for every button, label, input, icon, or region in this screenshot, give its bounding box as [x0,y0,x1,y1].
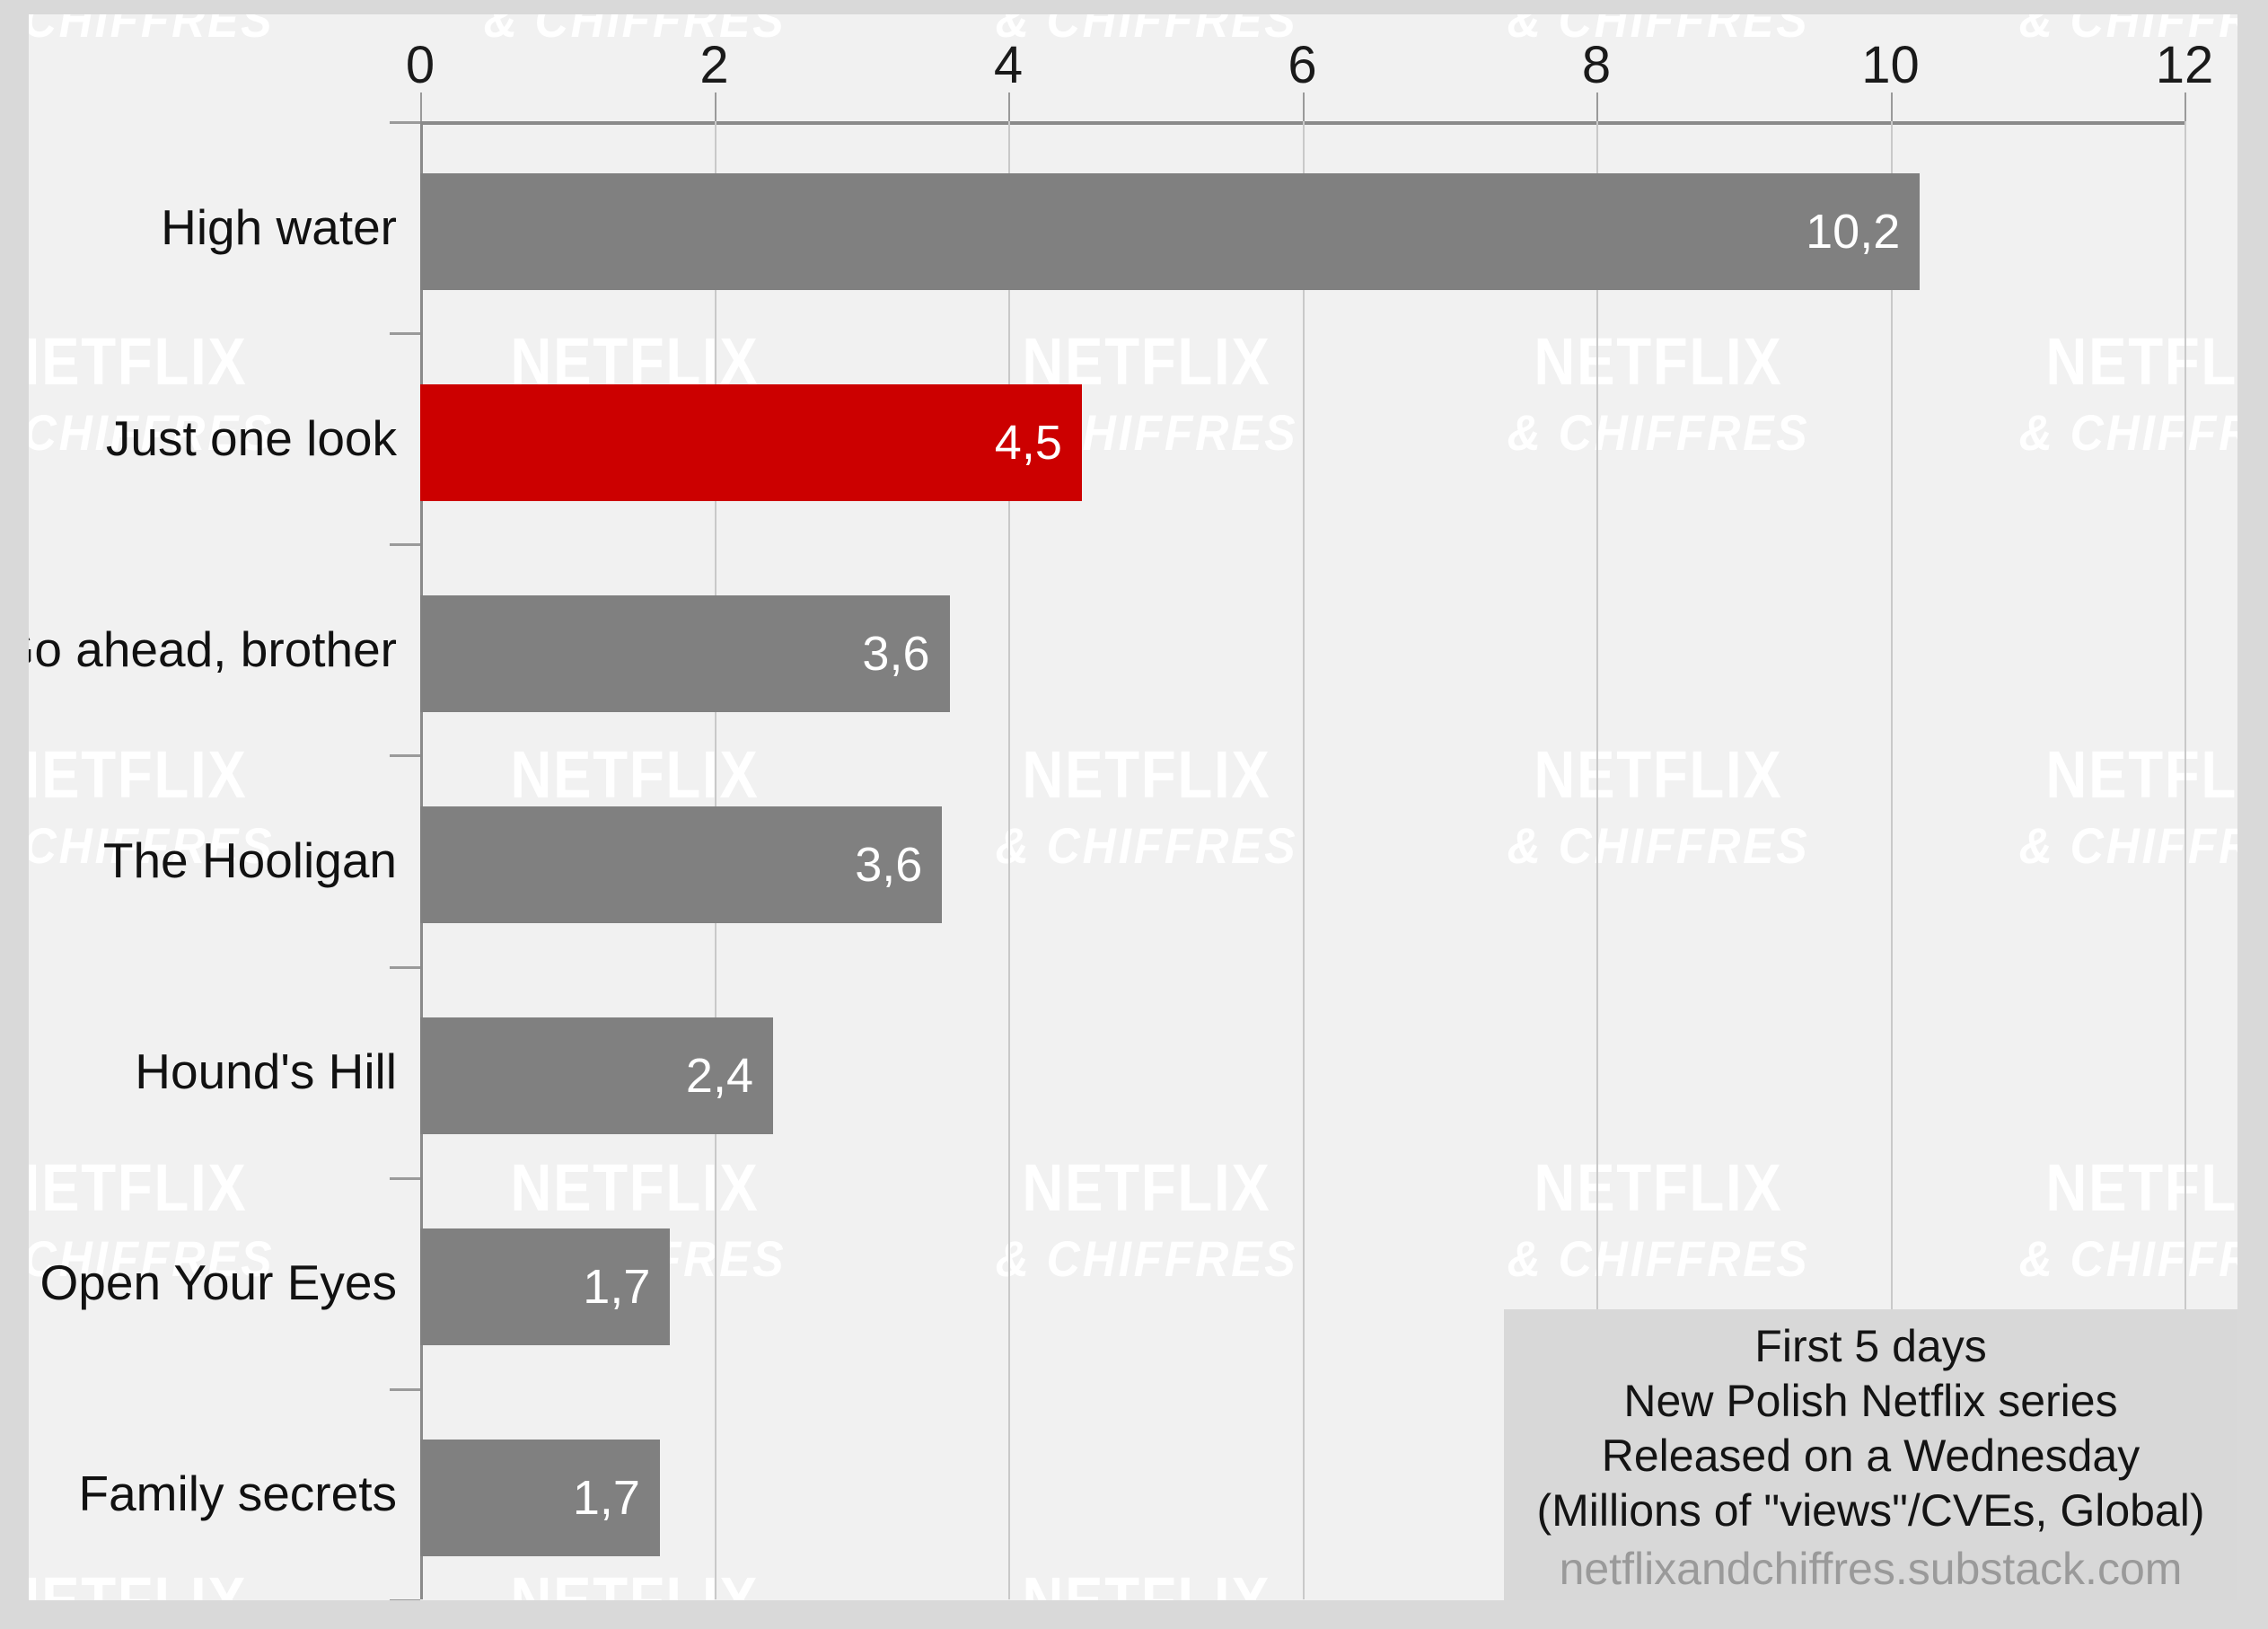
y-tick-mark [390,754,420,758]
watermark-tagline: & CHIFFRES [1507,14,1810,48]
bar-value-label: 3,6 [862,626,930,681]
bar-row[interactable]: 4,5 [420,383,2184,501]
category-label: Hound's Hill [135,1043,397,1100]
y-tick-mark [390,332,420,336]
category-label: High water [161,198,397,255]
watermark-tagline: & CHIFFRES [483,14,787,48]
watermark-tagline: & CHIFFRES [29,14,275,48]
bar-value-label: 4,5 [994,415,1062,470]
category-label: Just one look [105,409,397,466]
bar-row[interactable]: 3,6 [420,594,2184,712]
x-tick-mark-4 [1008,92,1010,121]
x-tick-mark-0 [420,92,422,121]
watermark: NETFLIX& CHIFFRES [29,14,316,45]
x-tick-label-4: 4 [993,36,1024,94]
bar-value-label: 3,6 [855,838,923,892]
category-label: The Hooligan [102,832,397,888]
bar-highlight[interactable] [420,383,1082,501]
bar-row[interactable]: 3,6 [420,806,2184,923]
x-tick-label-2: 2 [699,36,729,94]
chart-figure: NETFLIX& CHIFFRES NETFLIX& CHIFFRES NETFLI… [29,14,2237,1600]
bar-value-label: 10,2 [1806,204,1901,259]
category-axis: High water Just one look Go ahead, brother… [29,121,397,1599]
x-tick-label-8: 8 [1581,36,1612,94]
x-tick-mark-12 [2184,92,2186,121]
x-tick-label-0: 0 [405,36,435,94]
caption-box: First 5 days New Polish Netflix series R… [1504,1309,2237,1600]
category-label: Open Your Eyes [40,1255,397,1311]
watermark: NETFLIX& CHIFFRES [1465,14,1851,45]
y-tick-mark [390,1176,420,1180]
x-tick-mark-8 [1596,92,1598,121]
x-tick-label-10: 10 [1861,36,1920,94]
caption-line-1: First 5 days [1754,1320,1987,1371]
x-tick-label-6: 6 [1288,36,1317,94]
y-tick-mark [390,1599,420,1600]
x-tick-mark-2 [714,92,716,121]
caption-line-3: Released on a Wednesday [1601,1430,2141,1481]
bar-default[interactable] [420,172,1921,290]
x-tick-mark-10 [1890,92,1893,121]
y-tick-mark [390,965,420,969]
bar-value-label: 2,4 [685,1049,753,1104]
caption-line-2: New Polish Netflix series [1623,1375,2118,1426]
caption-line-4: (Millions of "views"/CVEs, Global) [1536,1484,2205,1536]
y-tick-mark [390,1387,420,1391]
category-label: Go ahead, brother [29,621,397,677]
x-tick-label-12: 12 [2155,36,2214,94]
bar-row[interactable]: 2,4 [420,1017,2184,1135]
bar-value-label: 1,7 [572,1471,640,1526]
bar-value-label: 1,7 [583,1260,651,1315]
x-tick-mark-6 [1302,92,1305,121]
caption-source-url: netflixandchiffres.substack.com [1559,1543,2183,1594]
category-label: Family secrets [78,1466,398,1522]
y-tick-mark [390,121,420,124]
bar-row[interactable]: 10,2 [420,172,2184,290]
y-tick-mark [390,543,420,547]
watermark: NETFLIX& CHIFFRES [442,14,828,45]
